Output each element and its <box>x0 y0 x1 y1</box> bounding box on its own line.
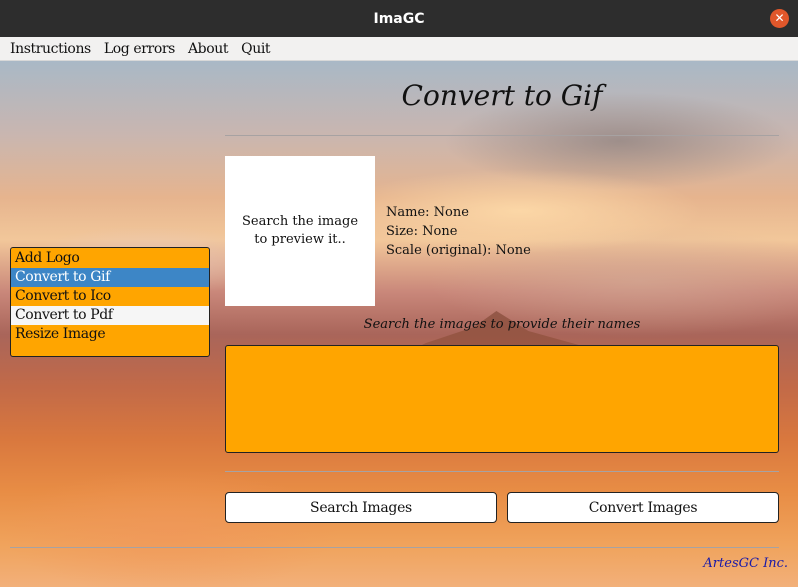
search-images-button[interactable]: Search Images <box>225 492 497 523</box>
preview-placeholder: Search the image to preview it.. <box>241 214 359 247</box>
sidebar-item-convert-to-ico[interactable]: Convert to Ico <box>11 287 209 306</box>
image-info: Name: None Size: None Scale (original): … <box>386 203 531 260</box>
sidebar-item-convert-to-pdf[interactable]: Convert to Pdf <box>11 306 209 325</box>
divider-middle <box>225 471 779 472</box>
info-scale: Scale (original): None <box>386 243 531 258</box>
names-hint: Search the images to provide their names <box>363 317 641 332</box>
title-bar: ImaGC ✕ <box>0 0 798 37</box>
sidebar-item-convert-to-gif[interactable]: Convert to Gif <box>11 268 209 287</box>
info-size: Size: None <box>386 224 458 239</box>
image-preview: Search the image to preview it.. <box>225 156 375 306</box>
sidebar-item-add-logo[interactable]: Add Logo <box>11 249 209 268</box>
app-window: ImaGC ✕ Instructions Log errors About Qu… <box>0 0 798 587</box>
main-content: Convert to Gif Add Logo Convert to Gif C… <box>0 61 798 587</box>
menu-quit[interactable]: Quit <box>235 41 277 57</box>
convert-images-button[interactable]: Convert Images <box>507 492 779 523</box>
sidebar-item-resize-image[interactable]: Resize Image <box>11 325 209 344</box>
divider-top <box>225 135 779 136</box>
conversion-list[interactable]: Add Logo Convert to Gif Convert to Ico C… <box>10 247 210 357</box>
window-title: ImaGC <box>373 10 425 27</box>
divider-bottom <box>10 547 779 548</box>
menu-about[interactable]: About <box>182 41 235 57</box>
menu-instructions[interactable]: Instructions <box>4 41 98 57</box>
footer-credit-link[interactable]: ArtesGC Inc. <box>703 556 788 571</box>
image-names-field[interactable] <box>225 345 779 453</box>
info-name: Name: None <box>386 205 469 220</box>
menu-bar: Instructions Log errors About Quit <box>0 37 798 61</box>
menu-log-errors[interactable]: Log errors <box>98 41 182 57</box>
page-title: Convert to Gif <box>401 79 603 112</box>
close-icon[interactable]: ✕ <box>770 9 789 28</box>
